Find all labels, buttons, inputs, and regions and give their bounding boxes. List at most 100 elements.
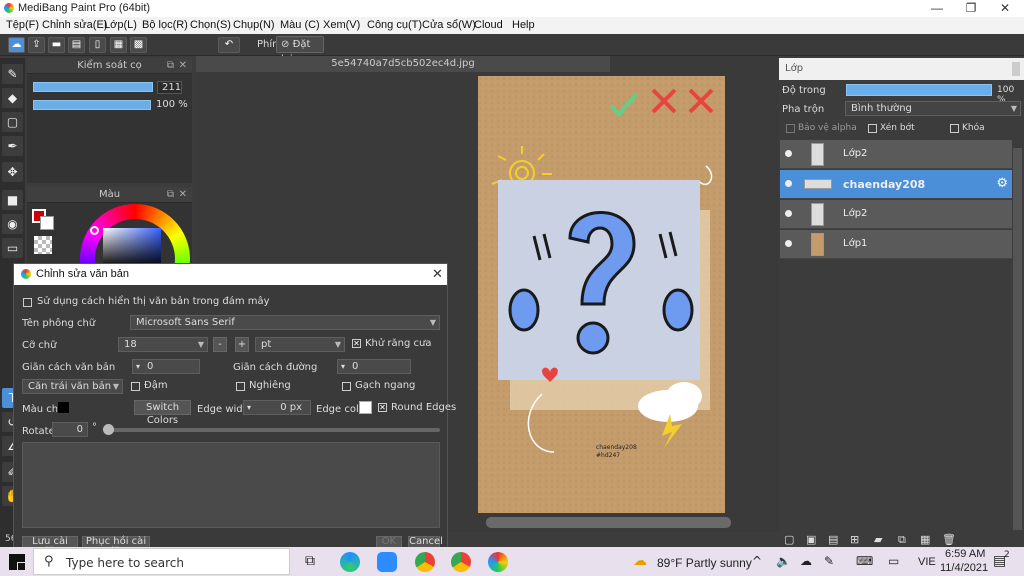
layer-row-selected[interactable]: chaenday208 ⚙ [780,170,1012,199]
menu-edit[interactable]: Chỉnh sửa(E) [42,19,107,31]
chat-icon[interactable]: ▤ [68,37,85,53]
artwork-canvas[interactable]: chaenday208 #hd247 [478,76,725,513]
gradient-tool-icon[interactable]: ▭ [2,238,23,258]
transparent-color-swatch[interactable] [34,236,52,254]
visibility-icon[interactable] [785,240,792,247]
close-icon[interactable]: ✕ [432,266,443,282]
menu-select[interactable]: Chọn(S) [190,19,231,31]
background-color-swatch[interactable] [40,216,54,230]
medibang-icon[interactable] [488,552,508,572]
cloud-icon[interactable]: ☁ [8,37,25,53]
close-panel-icon[interactable]: ✕ [179,58,187,74]
hue-picker-handle[interactable] [90,226,99,235]
volume-icon[interactable]: 🔈 [776,554,791,568]
zoom-app-icon[interactable] [377,552,397,572]
increase-size-button[interactable]: + [235,337,249,352]
text-input-area[interactable] [22,442,440,528]
popout-icon[interactable]: ⧉ [167,58,174,74]
layer-row[interactable]: Lớp1 [780,230,1012,259]
menu-color[interactable]: Màu (C) [280,19,320,31]
copy-layer-icon[interactable]: ▣ [806,533,816,546]
unit-select[interactable]: pt ▼ [255,337,345,352]
menu-layer[interactable]: Lớp(L) [104,19,137,31]
menu-window[interactable]: Cửa sổ(W) [422,19,476,31]
visibility-icon[interactable] [785,150,792,157]
language-indicator[interactable]: VIE [918,556,936,568]
rotate-slider-thumb[interactable] [103,424,114,435]
weather-text[interactable]: 89°F Partly sunny [657,556,752,570]
lock-checkbox[interactable] [950,124,959,133]
merge-icon[interactable]: ⧉ [898,533,906,547]
close-panel-icon[interactable]: ✕ [179,187,187,203]
minimize-button[interactable]: — [920,0,954,17]
layer-opacity-slider[interactable] [846,84,992,96]
keyboard-icon[interactable]: ⌨ [856,554,873,568]
menu-help[interactable]: Help [512,19,535,31]
edge-color-swatch[interactable] [359,401,372,414]
antialias-checkbox[interactable]: ✕ [352,339,361,348]
trash-icon[interactable]: 🗑 [942,533,956,546]
font-select[interactable]: Microsoft Sans Serif ▼ [130,315,440,330]
layer-row[interactable]: Lớp2 [780,140,1012,169]
chrome-icon[interactable] [415,552,435,572]
bold-checkbox[interactable] [131,382,140,391]
network-icon[interactable]: ☁ [800,554,812,568]
chrome-icon[interactable] [451,552,471,572]
page-icon[interactable]: ▯ [89,37,106,53]
menu-cloud[interactable]: Cloud [474,19,503,31]
edge-width-input[interactable]: ▾ 0 px [243,400,311,415]
italic-checkbox[interactable] [236,382,245,391]
menu-view[interactable]: Xem(V) [323,19,360,31]
decrease-size-button[interactable]: - [213,337,227,352]
fill-rect-tool-icon[interactable]: ■ [2,190,23,210]
tiles-icon[interactable]: ▩ [130,37,147,53]
brush-opacity-slider[interactable] [33,100,151,110]
text-color-swatch[interactable] [57,401,70,414]
layers-scrollbar[interactable] [1013,148,1022,530]
pen-tool-icon[interactable]: ✒ [2,136,23,156]
popout-icon[interactable]: ⧉ [167,187,174,203]
move-tool-icon[interactable]: ✥ [2,162,23,182]
reset-button[interactable]: ⊘ Đặt lại [276,36,324,65]
line-spacing-input[interactable]: ▾ 0 [337,359,411,374]
horizontal-scrollbar[interactable] [486,517,731,528]
comment-icon[interactable]: ▬ [48,37,65,53]
visibility-icon[interactable] [785,180,792,187]
windows-start-icon[interactable] [9,554,25,570]
settings-icon[interactable]: ▦ [920,533,930,546]
pen-icon[interactable]: ✎ [824,554,834,568]
bucket-tool-icon[interactable]: ◉ [2,214,23,234]
undo-icon[interactable]: ↶ [218,37,240,53]
folder-icon[interactable]: ▰ [874,533,882,546]
edge-browser-icon[interactable] [340,552,360,572]
clock-date[interactable]: 11/4/2021 [940,562,988,574]
new-layer-icon[interactable]: ▢ [784,533,794,546]
close-window-button[interactable]: ✕ [988,0,1022,17]
maximize-button[interactable]: ❐ [954,0,988,17]
char-spacing-input[interactable]: ▾ 0 [132,359,200,374]
document-tab[interactable]: 5e54740a7d5cb502ec4d.jpg [196,56,610,72]
menu-snap[interactable]: Chụp(N) [233,19,275,31]
clock-time[interactable]: 6:59 AM [945,548,985,560]
eraser-tool-icon[interactable]: ◆ [2,88,23,108]
duplicate-icon[interactable]: ▤ [828,533,838,546]
rotate-input[interactable]: 0 [52,422,88,437]
blend-mode-select[interactable]: Bình thường ▼ [845,101,1021,116]
select-rect-tool-icon[interactable]: ▢ [2,112,23,132]
menu-tools[interactable]: Công cụ(T) [367,19,422,31]
clipping-checkbox[interactable] [868,124,877,133]
protect-alpha-checkbox[interactable] [786,124,795,133]
add-layer-icon[interactable]: ⊞ [850,533,859,546]
round-edges-checkbox[interactable]: ✕ [378,403,387,412]
menu-filter[interactable]: Bộ lọc(R) [142,19,188,31]
layer-row[interactable]: Lớp2 [780,200,1012,229]
monitor-icon[interactable]: ▭ [888,554,899,568]
gear-icon[interactable]: ⚙ [996,176,1008,191]
brush-tool-icon[interactable]: ✎ [2,64,23,84]
switch-colors-button[interactable]: Switch Colors [134,400,191,426]
brush-size-slider[interactable] [33,82,153,92]
visibility-icon[interactable] [785,210,792,217]
strike-checkbox[interactable] [342,382,351,391]
panel-scroll-handle[interactable] [1012,62,1020,76]
brush-size-value[interactable]: 211 [157,81,182,94]
